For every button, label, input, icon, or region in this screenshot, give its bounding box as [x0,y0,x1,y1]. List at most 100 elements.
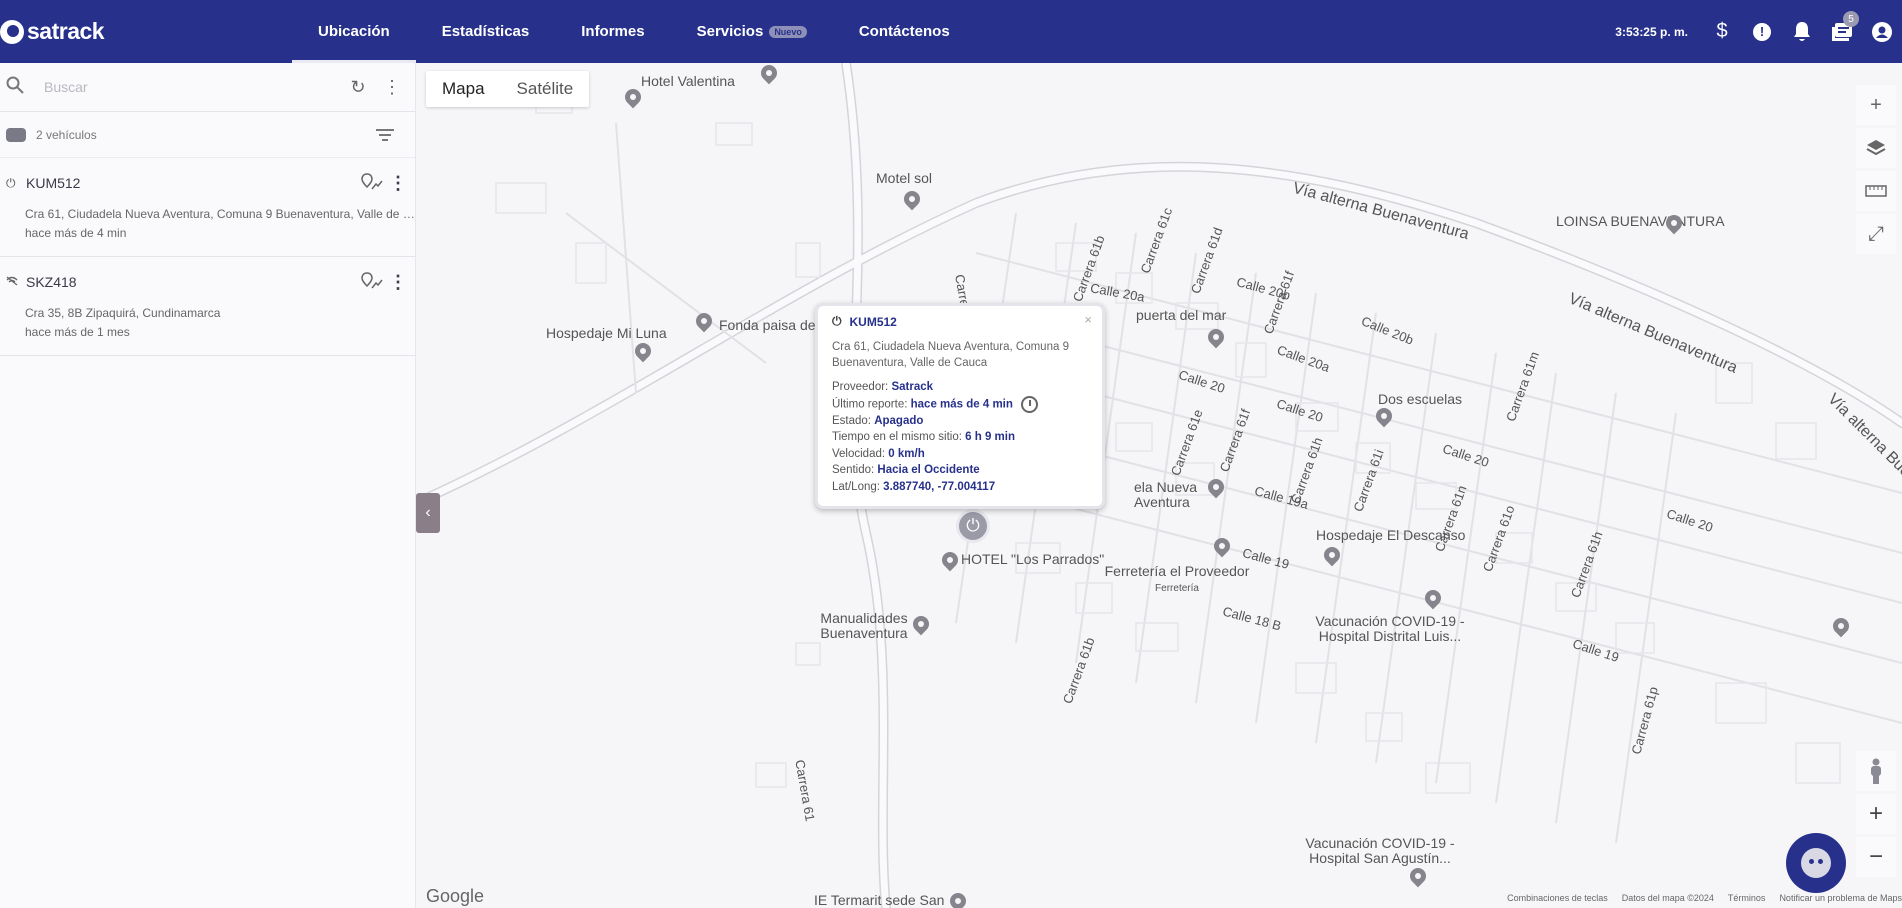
poi-label[interactable]: Hotel Valentina [641,74,735,89]
vehicle-more-icon[interactable]: ⋮ [387,272,409,293]
zoom-in-button[interactable]: + [1856,794,1896,834]
map-tools: + ⤢ [1856,85,1896,254]
street-view-icon[interactable] [1856,751,1896,791]
row-value: 3.887740, -77.004117 [883,480,996,493]
zoom-controls: + − [1856,751,1896,880]
row-value: hace más de 4 min [910,398,1013,411]
new-badge: Nuevo [769,25,807,38]
more-options-icon[interactable]: ⋮ [375,77,409,98]
layers-icon[interactable] [1856,128,1896,168]
vehicle-sidebar: ↻ ⋮ 2 vehículos ⏻ KUM512 ⋮ Cra 61, Ciuda… [0,63,417,908]
poi-label[interactable]: Manualidades Buenaventura [812,611,916,641]
zoom-out-button[interactable]: − [1856,837,1896,877]
poi-label[interactable]: Hospedaje Mi Luna [546,326,667,341]
search-input[interactable] [44,79,341,95]
poi-label[interactable]: HOTEL "Los Parrados" [961,552,1104,567]
collapse-sidebar-button[interactable]: ‹ [416,493,440,533]
nav-servicios[interactable]: Servicios Nuevo [671,0,833,63]
poi-category: Ferretería [1155,583,1199,594]
close-icon[interactable]: × [1084,312,1092,327]
route-icon[interactable] [361,172,387,194]
dollar-icon[interactable]: $ [1702,0,1742,63]
vehicle-list-item[interactable]: ⏻ KUM512 ⋮ Cra 61, Ciudadela Nueva Avent… [0,158,417,257]
row-value: 0 km/h [888,447,925,460]
fullscreen-icon[interactable]: ⤢ [1856,214,1896,254]
satrack-logo-icon [0,19,24,44]
logo-text: satrack [27,18,105,44]
map-data-label: Datos del mapa ©2024 [1621,893,1714,903]
route-icon[interactable] [361,271,387,293]
nav-label: Informes [581,23,645,40]
poi-name: Ferretería el Proveedor [1104,563,1250,579]
main-nav: Ubicación Estadísticas Informes Servicio… [292,0,976,63]
poi-label[interactable]: Vacunación COVID-19 - Hospital Distrital… [1310,614,1470,644]
poi-label[interactable]: LOINSA BUENAVENTURA [1556,214,1725,229]
chatbot-face-icon [1801,848,1831,878]
popup-row-latlong: Lat/Long: 3.887740, -77.004117 [832,479,1088,496]
nav-informes[interactable]: Informes [555,0,670,63]
popup-row-time: Tiempo en el mismo sitio: 6 h 9 min [832,429,1088,446]
top-right-tools: 3:53:25 p. m. $ ! 5 [1615,0,1902,63]
nav-contactenos[interactable]: Contáctenos [833,0,976,63]
power-icon: ⏻ [966,516,980,535]
refresh-icon[interactable]: ↻ [341,77,375,98]
alert-icon[interactable]: ! [1742,0,1782,63]
popup-row-provider: Proveedor: Satrack [832,379,1088,396]
vehicle-marker[interactable]: ⏻ [956,509,990,543]
signal-icon [6,275,24,289]
nav-estadisticas[interactable]: Estadísticas [416,0,556,63]
vehicle-list-item[interactable]: SKZ418 ⋮ Cra 35, 8B Zipaquirá, Cundinama… [0,257,415,356]
vehicle-more-icon[interactable]: ⋮ [387,173,409,194]
messages-icon[interactable]: 5 [1822,0,1862,63]
row-value: Apagado [874,414,924,427]
nav-label: Ubicación [318,23,390,40]
map-type-satelite[interactable]: Satélite [501,71,590,107]
row-label: Tiempo en el mismo sitio: [832,431,962,444]
poi-label[interactable]: Vacunación COVID-19 - Hospital San Agust… [1300,836,1460,866]
row-label: Sentido: [832,464,875,477]
nav-label: Servicios [696,23,764,40]
messages-count-badge: 5 [1843,11,1859,27]
poi-label[interactable]: Hospedaje El Descanso [1316,528,1465,543]
poi-label[interactable]: ela Nueva Aventura [1134,480,1214,510]
satrack-logo[interactable]: satrack [0,18,105,45]
poi-label[interactable]: Dos escuelas [1378,392,1462,407]
poi-label[interactable]: puerta del mar [1136,308,1226,323]
search-bar: ↻ ⋮ [0,63,415,112]
popup-address: Cra 61, Ciudadela Nueva Aventura, Comuna… [832,341,1069,369]
vehicle-info-popup: × ⏻ KUM512 Cra 61, Ciudadela Nueva Aventu… [815,303,1105,509]
report-problem-link[interactable]: Notificar un problema de Maps [1779,893,1902,903]
map-type-mapa[interactable]: Mapa [426,71,501,107]
map-type-toggle: Mapa Satélite [426,71,590,107]
row-label: Velocidad: [832,447,886,460]
nav-label: Estadísticas [441,23,530,40]
map-canvas[interactable]: Mapa Satélite ‹ Vía alterna Buenaventura… [416,63,1902,908]
popup-row-speed: Velocidad: 0 km/h [832,446,1088,463]
poi-label[interactable]: Ferretería el Proveedor Ferretería [1102,564,1252,596]
clock-icon[interactable] [1020,395,1038,413]
row-label: Proveedor: [832,381,889,393]
poi-label[interactable]: IE Termarit sede San [814,893,944,908]
poi-label[interactable]: Fonda paisa de [719,318,816,333]
vehicle-last-report: hace más de 4 min [25,226,127,240]
popup-row-last-report: Último reporte: hace más de 4 min [832,395,1088,413]
keyboard-shortcuts-link[interactable]: Combinaciones de teclas [1507,893,1608,903]
row-label: Estado: [832,414,871,427]
popup-row-status: Estado: Apagado [832,413,1088,430]
ruler-icon[interactable] [1856,171,1896,211]
poi-label[interactable]: Motel sol [876,171,932,186]
row-label: Último reporte: [832,398,908,411]
nav-label: Contáctenos [858,23,950,40]
terms-link[interactable]: Términos [1728,893,1766,903]
chat-assistant-button[interactable] [1786,833,1846,893]
vehicle-count-row: 2 vehículos [0,112,415,158]
power-icon: ⏻ [832,314,842,328]
nav-ubicacion[interactable]: Ubicación [292,0,416,63]
car-icon [6,127,26,142]
bell-icon[interactable] [1782,0,1822,63]
clock: 3:53:25 p. m. [1615,24,1688,39]
user-account-icon[interactable] [1862,0,1902,63]
zoom-in-small-icon[interactable]: + [1856,85,1896,125]
popup-row-direction: Sentido: Hacia el Occidente [832,462,1088,479]
filter-icon[interactable] [373,128,397,141]
